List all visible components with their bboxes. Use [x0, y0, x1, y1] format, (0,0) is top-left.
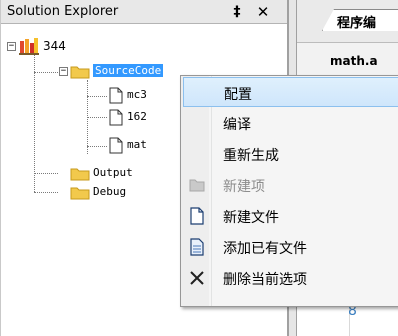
tree-item-debug[interactable]: Debug: [93, 185, 126, 198]
menu-item-delete-current[interactable]: 删除当前选项: [183, 263, 398, 293]
tree-item-sourcecode[interactable]: SourceCode: [93, 64, 164, 77]
tree-guide-line: [87, 117, 107, 118]
folder-icon: [189, 179, 205, 192]
tree-item-output[interactable]: Output: [93, 166, 133, 179]
file-tab-math[interactable]: math.a: [320, 52, 398, 72]
tree-guide-line: [87, 96, 107, 97]
expand-toggle-sourcecode[interactable]: −: [59, 67, 68, 76]
menu-item-new-item[interactable]: 新建项: [183, 170, 398, 200]
menu-item-add-existing-file[interactable]: 添加已有文件: [183, 232, 398, 262]
existing-file-icon: [190, 238, 204, 256]
folder-icon: [70, 168, 90, 181]
tree-guide-line: [34, 72, 58, 73]
file-icon: [109, 137, 123, 154]
tree-guide-line: [34, 173, 58, 174]
menu-item-rebuild[interactable]: 重新生成: [183, 139, 398, 169]
menu-item-label: 编译: [223, 117, 251, 133]
context-menu: 配置 编译 重新生成 新建项 新建文件 添加已有文件 删除当前选项: [180, 75, 398, 307]
tree-guide-line: [87, 146, 107, 147]
file-icon: [109, 109, 123, 126]
menu-item-new-file[interactable]: 新建文件: [183, 201, 398, 231]
panel-header: Solution Explorer ‡ ✕: [1, 0, 289, 24]
tree-item-file[interactable]: mat: [127, 138, 147, 151]
tree-item-file[interactable]: mc3: [127, 88, 147, 101]
new-file-icon: [190, 207, 204, 225]
menu-item-label: 重新生成: [223, 148, 279, 164]
menu-item-label: 新建项: [223, 179, 265, 195]
folder-icon: [70, 187, 90, 200]
close-icon[interactable]: ✕: [253, 2, 273, 22]
project-icon: [19, 38, 39, 55]
tree-guide-line: [34, 52, 35, 192]
delete-x-icon: [190, 271, 204, 285]
menu-item-compile[interactable]: 编译: [183, 108, 398, 138]
file-icon: [109, 87, 123, 104]
tree-item-file[interactable]: 162: [127, 110, 147, 123]
tree-guide-line: [34, 192, 58, 193]
menu-item-label: 删除当前选项: [223, 272, 307, 288]
folder-icon: [70, 66, 90, 79]
tree-item-project[interactable]: 344: [43, 39, 66, 53]
menu-item-label: 添加已有文件: [223, 241, 307, 257]
expand-toggle-project[interactable]: −: [7, 42, 16, 51]
menu-item-label: 新建文件: [223, 210, 279, 226]
pin-icon[interactable]: ‡: [228, 2, 246, 22]
tab-program-editor[interactable]: 程序编: [322, 9, 398, 31]
menu-item-label: 配置: [224, 87, 252, 103]
menu-item-configure[interactable]: 配置: [183, 77, 398, 107]
panel-title: Solution Explorer: [7, 4, 119, 19]
